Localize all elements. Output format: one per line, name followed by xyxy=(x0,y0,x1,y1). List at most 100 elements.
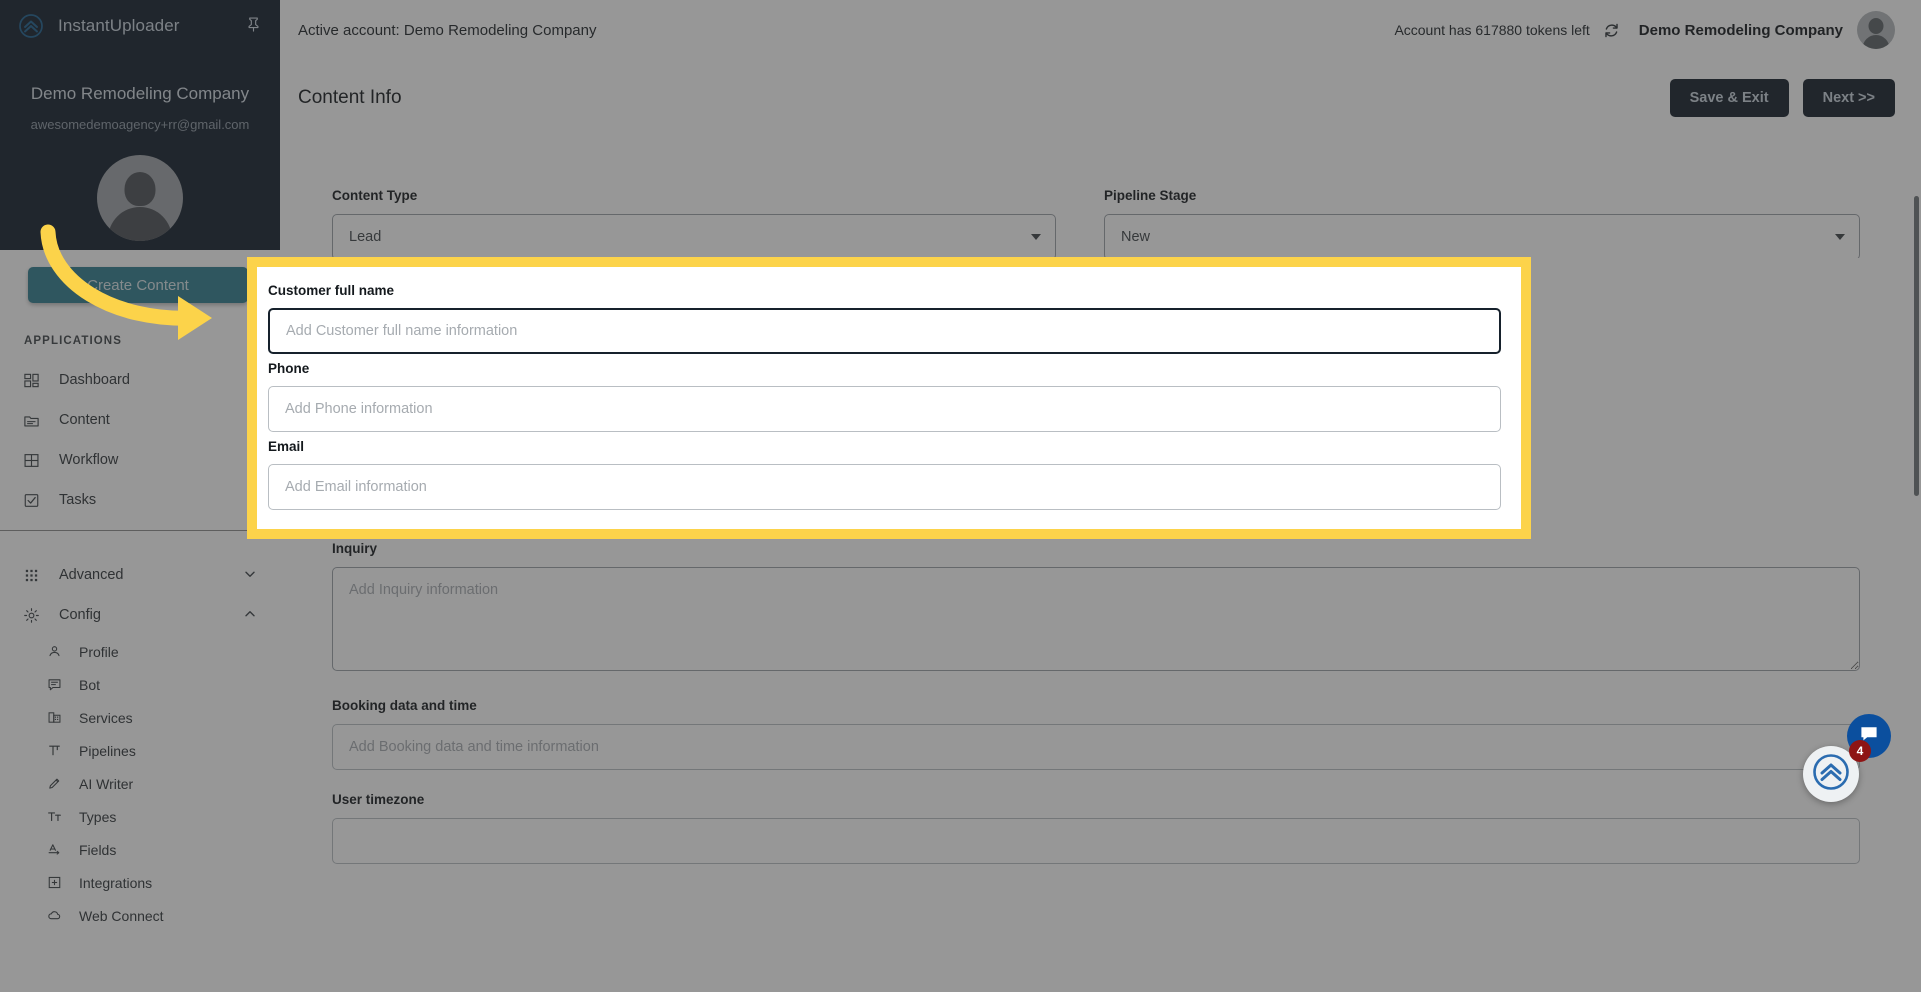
sidebar-subitem-label: Fields xyxy=(79,841,117,858)
pin-icon[interactable] xyxy=(245,16,262,36)
sidebar-applications-nav: Dashboard Content Workflow Tasks xyxy=(0,360,280,520)
chat-lines-icon xyxy=(46,676,63,693)
apps-dots-icon xyxy=(22,566,41,585)
create-content-button[interactable]: Create Content xyxy=(28,267,248,303)
table-grid-icon xyxy=(22,451,41,470)
next-button[interactable]: Next >> xyxy=(1802,79,1895,117)
inquiry-input[interactable] xyxy=(332,567,1860,671)
content-type-label: Content Type xyxy=(332,188,418,203)
user-timezone-input[interactable] xyxy=(332,818,1860,864)
sidebar-item-workflow[interactable]: Workflow xyxy=(0,440,280,480)
phone-label: Phone xyxy=(268,361,310,376)
sidebar-subitem-bot[interactable]: Bot xyxy=(0,668,280,701)
sidebar-item-content[interactable]: Content xyxy=(0,400,280,440)
pipeline-stage-value: New xyxy=(1121,229,1151,245)
token-balance-label: Account has 617880 tokens left xyxy=(1394,22,1590,38)
avatar-body xyxy=(108,207,172,241)
sidebar-item-label: Dashboard xyxy=(59,372,130,388)
sidebar-subitem-label: AI Writer xyxy=(79,775,134,792)
refresh-icon[interactable] xyxy=(1602,21,1621,40)
customer-full-name-field: Customer full name xyxy=(268,283,1501,354)
caret-down-icon xyxy=(1835,234,1845,240)
sidebar-item-label: Advanced xyxy=(59,567,124,583)
building-icon xyxy=(46,709,63,726)
booking-datetime-label: Booking data and time xyxy=(332,698,477,713)
sidebar-subitem-label: Pipelines xyxy=(79,742,136,759)
email-field: Email xyxy=(268,439,1501,510)
sidebar-subitem-label: Services xyxy=(79,709,133,726)
avatar-head xyxy=(1868,18,1884,34)
customer-full-name-label: Customer full name xyxy=(268,283,395,298)
double-chevron-up-circle-icon xyxy=(1811,752,1851,797)
save-and-exit-button[interactable]: Save & Exit xyxy=(1669,79,1789,117)
field-label-icon xyxy=(46,841,63,858)
phone-field: Phone xyxy=(268,361,1501,432)
page-header: Content Info Save & Exit Next >> xyxy=(280,60,1921,136)
cloud-icon xyxy=(46,907,63,924)
booking-datetime-input[interactable] xyxy=(332,724,1860,770)
avatar-head xyxy=(124,172,156,206)
sidebar-subitem-label: Types xyxy=(79,808,117,825)
sidebar-subitem-ai-writer[interactable]: AI Writer xyxy=(0,767,280,800)
email-input[interactable] xyxy=(268,464,1501,510)
sidebar-account-email: awesomedemoagency+rr@gmail.com xyxy=(30,117,250,132)
sidebar-item-dashboard[interactable]: Dashboard xyxy=(0,360,280,400)
sidebar-subitem-services[interactable]: Services xyxy=(0,701,280,734)
sidebar-item-label: Content xyxy=(59,412,110,428)
sidebar: InstantUploader Demo Remodeling Company … xyxy=(0,0,280,992)
content-type-select[interactable]: Lead xyxy=(332,214,1056,260)
page-title: Content Info xyxy=(298,87,402,108)
sidebar-subitem-label: Integrations xyxy=(79,874,153,891)
scrollbar-thumb[interactable] xyxy=(1914,196,1919,496)
avatar[interactable] xyxy=(1857,11,1895,49)
caret-down-icon xyxy=(1031,234,1041,240)
booking-datetime-field: Booking data and time xyxy=(332,698,1860,770)
pipeline-stage-field: Pipeline Stage New xyxy=(1096,188,1860,260)
topbar: Active account: Demo Remodeling Company … xyxy=(280,0,1921,60)
sidebar-subitem-label: Web Connect xyxy=(79,907,164,924)
sidebar-section-label: APPLICATIONS xyxy=(24,335,122,347)
sidebar-subitem-pipelines[interactable]: Pipelines xyxy=(0,734,280,767)
highlighted-fields-group: Customer full name Phone Email xyxy=(267,277,1503,510)
user-timezone-field: User timezone xyxy=(332,792,1860,864)
page-header-actions: Save & Exit Next >> xyxy=(1669,79,1895,117)
app-root: InstantUploader Demo Remodeling Company … xyxy=(0,0,1921,992)
topbar-account-name[interactable]: Demo Remodeling Company xyxy=(1639,22,1843,39)
sidebar-divider xyxy=(0,530,280,531)
avatar xyxy=(97,155,183,241)
double-chevron-up-circle-icon xyxy=(18,13,44,39)
phone-input[interactable] xyxy=(268,386,1501,432)
launcher-badge: 4 xyxy=(1849,740,1871,762)
sidebar-item-label: Workflow xyxy=(59,452,119,468)
plus-box-icon xyxy=(46,874,63,891)
pipeline-stage-select[interactable]: New xyxy=(1104,214,1860,260)
dropdown-row: Content Type Lead Pipeline Stage New xyxy=(332,188,1860,260)
sidebar-item-config[interactable]: Config xyxy=(0,595,280,635)
pipeline-stage-label: Pipeline Stage xyxy=(1104,188,1197,203)
content-type-value: Lead xyxy=(349,229,382,245)
highlighted-form-section: Customer full name Phone Email xyxy=(247,257,1531,539)
sidebar-subitem-fields[interactable]: Fields xyxy=(0,833,280,866)
sidebar-subitem-integrations[interactable]: Integrations xyxy=(0,866,280,899)
inquiry-field: Inquiry xyxy=(332,541,1860,676)
sidebar-item-label: Tasks xyxy=(59,492,97,508)
sidebar-subitem-types[interactable]: Types xyxy=(0,800,280,833)
active-account-label: Active account: Demo Remodeling Company xyxy=(298,21,597,39)
sidebar-subitem-profile[interactable]: Profile xyxy=(0,635,280,668)
person-icon xyxy=(46,643,63,660)
sidebar-subitem-label: Profile xyxy=(79,643,119,660)
sidebar-item-advanced[interactable]: Advanced xyxy=(0,555,280,595)
sidebar-account-name: Demo Remodeling Company xyxy=(30,84,250,103)
sidebar-subitem-web-connect[interactable]: Web Connect xyxy=(0,899,280,932)
sidebar-item-tasks[interactable]: Tasks xyxy=(0,480,280,520)
folder-icon xyxy=(22,411,41,430)
checkbox-icon xyxy=(22,491,41,510)
brand-header: InstantUploader xyxy=(0,0,280,52)
pencil-icon xyxy=(46,775,63,792)
sidebar-config-nav: Advanced Config Profile Bot Services Pip… xyxy=(0,530,280,932)
sidebar-item-label: Config xyxy=(59,607,101,623)
pipeline-icon xyxy=(46,742,63,759)
chevron-down-icon xyxy=(244,568,256,583)
customer-full-name-input[interactable] xyxy=(268,308,1501,354)
topbar-right-group: Account has 617880 tokens left Demo Remo… xyxy=(1394,11,1895,49)
